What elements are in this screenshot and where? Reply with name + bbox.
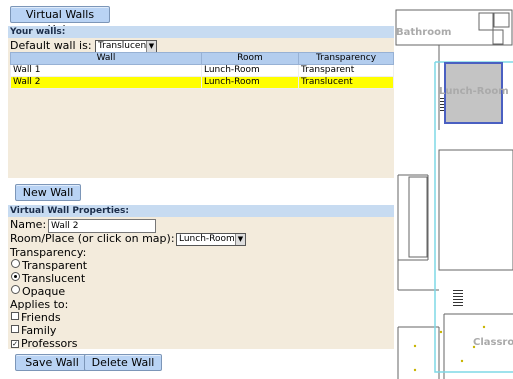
checkbox-friends[interactable]: Friends bbox=[11, 311, 61, 324]
map-label-lunch-room: Lunch-Room bbox=[439, 86, 509, 97]
checkbox-family[interactable]: Family bbox=[11, 324, 56, 337]
walls-table: Wall Room Transparency Wall 1 Lunch-Room… bbox=[10, 52, 394, 89]
floor-plan-map[interactable]: Bathroom Lunch-Room Classro bbox=[395, 0, 513, 379]
radio-opaque[interactable]: Opaque bbox=[11, 285, 65, 298]
radio-icon bbox=[11, 285, 20, 294]
checkbox-label: Friends bbox=[21, 311, 61, 324]
help-button[interactable]: Virtual Walls Help bbox=[10, 6, 110, 36]
radio-label: Translucent bbox=[22, 272, 86, 285]
properties-panel-header: Virtual Wall Properties: bbox=[8, 205, 394, 217]
default-wall-label: Default wall is: bbox=[10, 39, 92, 52]
default-wall-value: Translucent bbox=[98, 41, 150, 51]
chevron-down-icon: ▼ bbox=[146, 41, 156, 52]
radio-label: Transparent bbox=[22, 259, 88, 272]
checkbox-checked-icon: ✓ bbox=[11, 340, 19, 348]
chevron-down-icon: ▼ bbox=[235, 234, 245, 245]
room-select[interactable]: Lunch-Room ▼ bbox=[176, 233, 246, 246]
walls-panel: Your walls: Default wall is: Translucent… bbox=[8, 26, 394, 178]
wall-name-cell: Wall 1 bbox=[10, 64, 202, 77]
map-label-bathroom: Bathroom bbox=[396, 27, 452, 38]
checkbox-label: Professors bbox=[21, 337, 78, 350]
checkbox-icon bbox=[11, 325, 19, 333]
wall-room-cell: Lunch-Room bbox=[201, 64, 299, 77]
walls-table-header: Wall Room Transparency bbox=[10, 52, 394, 65]
radio-transparent[interactable]: Transparent bbox=[11, 259, 87, 272]
properties-panel: Virtual Wall Properties: Name: Wall 2 Ro… bbox=[8, 205, 394, 350]
walls-panel-header: Your walls: bbox=[8, 26, 394, 38]
room-value: Lunch-Room bbox=[179, 234, 235, 244]
door-markers bbox=[413, 325, 486, 372]
radio-selected-icon bbox=[11, 272, 20, 281]
column-header-room: Room bbox=[201, 52, 299, 65]
column-header-wall: Wall bbox=[10, 52, 202, 65]
wall-transparency-cell: Transparent bbox=[298, 64, 394, 77]
wall-room-cell: Lunch-Room bbox=[201, 76, 299, 89]
name-label: Name: bbox=[10, 218, 47, 231]
table-row[interactable]: Wall 1 Lunch-Room Transparent bbox=[10, 64, 394, 77]
radio-icon bbox=[11, 259, 20, 268]
checkbox-label: Family bbox=[21, 324, 57, 337]
save-wall-button[interactable]: Save Wall bbox=[15, 354, 89, 371]
wall-transparency-cell: Translucent bbox=[298, 76, 394, 89]
name-input[interactable]: Wall 2 bbox=[48, 219, 156, 233]
checkbox-icon bbox=[11, 312, 19, 320]
applies-to-label: Applies to: bbox=[10, 298, 69, 311]
room-label: Room/Place (or click on map): bbox=[10, 232, 175, 245]
new-wall-button[interactable]: New Wall bbox=[15, 184, 81, 201]
column-header-transparency: Transparency bbox=[298, 52, 394, 65]
transparency-label: Transparency: bbox=[10, 246, 87, 259]
table-row-selected[interactable]: Wall 2 Lunch-Room Translucent bbox=[10, 76, 394, 89]
stairs-icon bbox=[440, 98, 463, 306]
floor-plan-svg[interactable] bbox=[395, 0, 513, 379]
checkbox-professors[interactable]: ✓ Professors bbox=[11, 337, 78, 350]
delete-wall-button[interactable]: Delete Wall bbox=[84, 354, 162, 371]
wall-name-cell: Wall 2 bbox=[10, 76, 202, 89]
map-label-classroom: Classro bbox=[473, 337, 513, 348]
radio-translucent[interactable]: Translucent bbox=[11, 272, 85, 285]
radio-label: Opaque bbox=[22, 285, 66, 298]
